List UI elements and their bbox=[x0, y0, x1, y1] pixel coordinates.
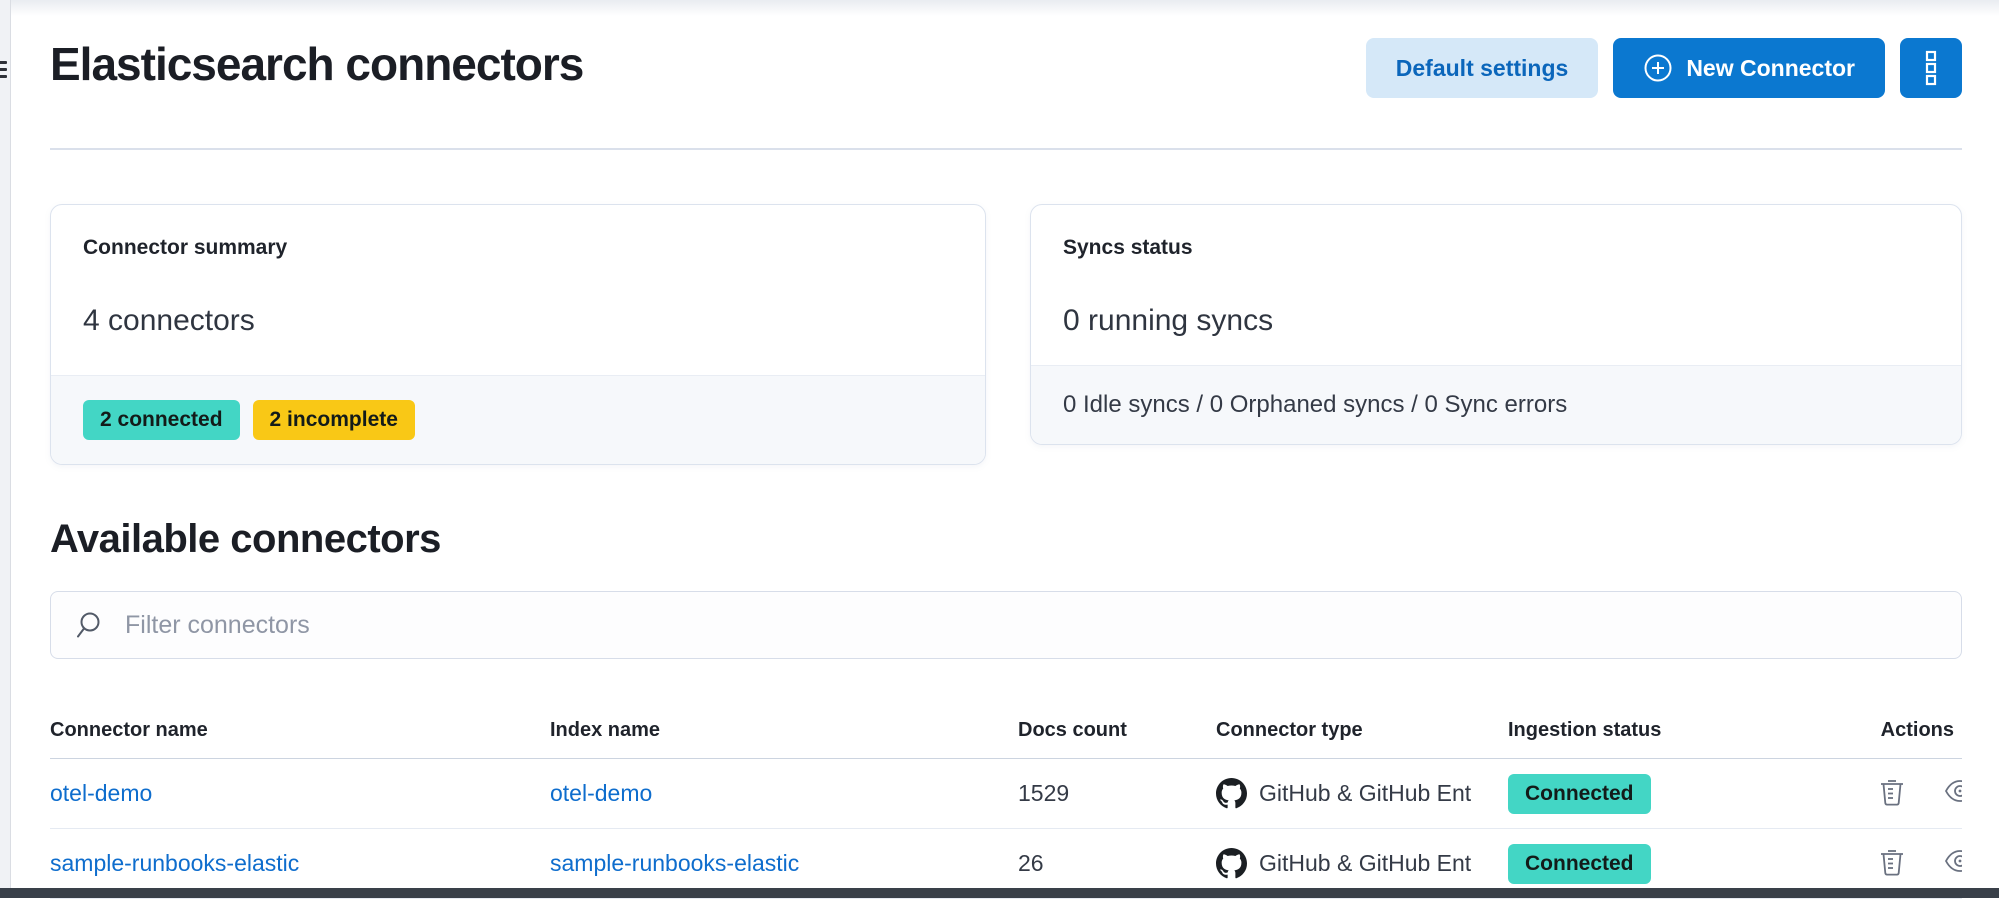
syncs-status-card: Syncs status 0 running syncs 0 Idle sync… bbox=[1030, 204, 1962, 445]
available-connectors-title: Available connectors bbox=[50, 515, 1962, 563]
ingestion-status-badge: Connected bbox=[1508, 774, 1651, 814]
more-actions-button[interactable] bbox=[1900, 38, 1962, 98]
table-header-row: Connector name Index name Docs count Con… bbox=[50, 689, 1962, 759]
incomplete-count-badge: 2 incomplete bbox=[253, 400, 415, 440]
new-connector-button[interactable]: New Connector bbox=[1613, 38, 1885, 98]
syncs-breakdown-text: 0 Idle syncs / 0 Orphaned syncs / 0 Sync… bbox=[1063, 390, 1929, 420]
status-badge-row: 2 connected 2 incomplete bbox=[83, 400, 953, 440]
syncs-status-footer: 0 Idle syncs / 0 Orphaned syncs / 0 Sync… bbox=[1031, 365, 1961, 444]
plus-in-circle-icon bbox=[1643, 53, 1673, 83]
github-icon bbox=[1216, 848, 1247, 879]
docs-count-value: 1529 bbox=[1018, 780, 1216, 807]
table-body: otel-demo otel-demo 1529 GitHub & GitHub… bbox=[50, 759, 1962, 899]
column-header-ingestion-status: Ingestion status bbox=[1508, 689, 1878, 758]
search-icon bbox=[73, 609, 105, 641]
view-connector-button[interactable] bbox=[1944, 847, 1962, 875]
connectors-table: Connector name Index name Docs count Con… bbox=[50, 689, 1962, 899]
connected-count-badge: 2 connected bbox=[83, 400, 240, 440]
connector-summary-body: Connector summary 4 connectors bbox=[51, 205, 985, 375]
syncs-status-body: Syncs status 0 running syncs bbox=[1031, 205, 1961, 365]
index-name-link[interactable]: sample-runbooks-elastic bbox=[550, 850, 799, 876]
main-content: Elasticsearch connectors Default setting… bbox=[50, 0, 1962, 899]
column-header-connector-name: Connector name bbox=[50, 689, 550, 758]
boxes-vertical-icon bbox=[1924, 50, 1938, 86]
menu-icon[interactable] bbox=[0, 57, 7, 82]
header-divider bbox=[50, 148, 1962, 150]
delete-connector-button[interactable] bbox=[1878, 776, 1906, 806]
eye-icon bbox=[1944, 847, 1962, 875]
connector-summary-card: Connector summary 4 connectors 2 connect… bbox=[50, 204, 986, 465]
table-row: otel-demo otel-demo 1529 GitHub & GitHub… bbox=[50, 759, 1962, 829]
connector-summary-title: Connector summary bbox=[83, 235, 953, 261]
new-connector-label: New Connector bbox=[1686, 55, 1855, 82]
header-actions: Default settings New Connector bbox=[1366, 38, 1962, 98]
view-connector-button[interactable] bbox=[1944, 777, 1962, 805]
delete-connector-button[interactable] bbox=[1878, 846, 1906, 876]
connector-name-link[interactable]: otel-demo bbox=[50, 780, 152, 806]
column-header-index-name: Index name bbox=[550, 689, 1018, 758]
index-name-link[interactable]: otel-demo bbox=[550, 780, 652, 806]
trash-icon bbox=[1878, 846, 1906, 876]
connector-name-link[interactable]: sample-runbooks-elastic bbox=[50, 850, 299, 876]
running-syncs-text: 0 running syncs bbox=[1063, 303, 1929, 339]
syncs-status-title: Syncs status bbox=[1063, 235, 1929, 261]
docs-count-value: 26 bbox=[1018, 850, 1216, 877]
connector-summary-footer: 2 connected 2 incomplete bbox=[51, 375, 985, 464]
filter-connectors-input[interactable] bbox=[123, 610, 1939, 641]
connector-count-text: 4 connectors bbox=[83, 303, 953, 339]
connector-type-label: GitHub & GitHub Ent bbox=[1259, 780, 1471, 807]
trash-icon bbox=[1878, 776, 1906, 806]
ingestion-status-badge: Connected bbox=[1508, 844, 1651, 884]
column-header-connector-type: Connector type bbox=[1216, 689, 1508, 758]
connector-type-label: GitHub & GitHub Ent bbox=[1259, 850, 1471, 877]
github-icon bbox=[1216, 778, 1247, 809]
eye-icon bbox=[1944, 777, 1962, 805]
column-header-actions: Actions bbox=[1878, 689, 1962, 758]
default-settings-label: Default settings bbox=[1396, 55, 1569, 82]
column-header-docs-count: Docs count bbox=[1018, 689, 1216, 758]
filter-connectors-box bbox=[50, 591, 1962, 659]
summary-cards-row: Connector summary 4 connectors 2 connect… bbox=[50, 204, 1962, 465]
default-settings-button[interactable]: Default settings bbox=[1366, 38, 1599, 98]
window-top-edge bbox=[0, 0, 1999, 16]
window-bottom-edge-bar bbox=[0, 888, 1999, 898]
collapsed-nav-strip bbox=[0, 0, 11, 898]
page-title: Elasticsearch connectors bbox=[50, 32, 583, 96]
